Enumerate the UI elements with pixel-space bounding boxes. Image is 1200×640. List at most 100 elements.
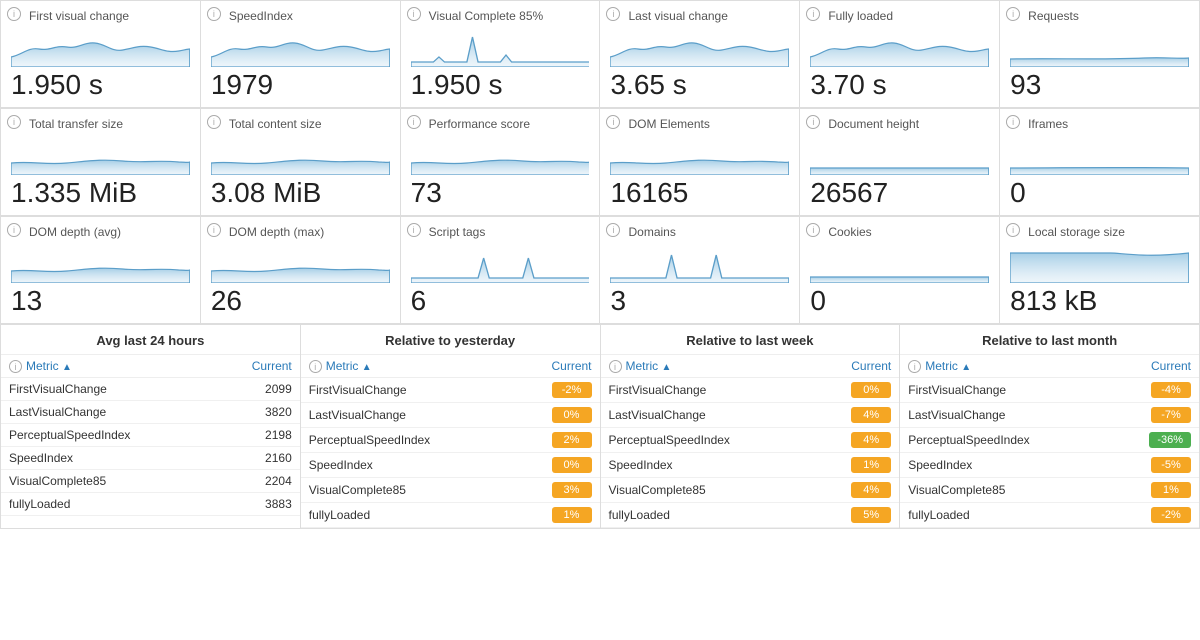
table-cell-value-3: 2160: [213, 447, 300, 470]
metric-card-4: i Cookies 0: [800, 217, 1000, 324]
table-row: LastVisualChange -7%: [900, 403, 1199, 428]
metric-chart: [610, 27, 789, 67]
table-cell-badge-5: 1%: [513, 503, 600, 528]
table-cell-value-2: 2198: [213, 424, 300, 447]
table-row: SpeedIndex -5%: [900, 453, 1199, 478]
info-icon[interactable]: i: [407, 7, 421, 21]
metric-chart: [810, 243, 989, 283]
info-icon-table[interactable]: i: [9, 360, 22, 373]
table-cell-value-4: 2204: [213, 470, 300, 493]
table-cell-metric-0: FirstVisualChange: [601, 378, 813, 403]
table-cell-metric-1: LastVisualChange: [601, 403, 813, 428]
col-metric-header-3[interactable]: iMetric ▲: [900, 355, 1110, 378]
info-icon-table[interactable]: i: [309, 360, 322, 373]
col-current-header-2[interactable]: Current: [813, 355, 900, 378]
metric-title: Total content size: [211, 117, 390, 131]
sort-arrow: ▲: [961, 362, 971, 373]
metric-card-1: i DOM depth (max) 26: [201, 217, 401, 324]
table-cell-metric-3: SpeedIndex: [601, 453, 813, 478]
metrics-row-2: i Total transfer size 1.335 MiB i Total …: [0, 108, 1200, 216]
badge-0: -2%: [552, 382, 592, 398]
table-row: fullyLoaded 1%: [301, 503, 600, 528]
table-cell-metric-0: FirstVisualChange: [900, 378, 1110, 403]
metric-value: 1.950 s: [11, 69, 190, 101]
info-icon[interactable]: i: [207, 7, 221, 21]
metric-title: Last visual change: [610, 9, 789, 23]
metric-title: Visual Complete 85%: [411, 9, 590, 23]
table-cell-badge-2: -36%: [1111, 428, 1199, 453]
metric-card-3: i Last visual change 3.65 s: [600, 1, 800, 108]
metric-card-1: i Total content size 3.08 MiB: [201, 109, 401, 216]
table-row: fullyLoaded 3883: [1, 493, 300, 516]
metric-card-2: i Visual Complete 85% 1.950 s: [401, 1, 601, 108]
info-icon[interactable]: i: [7, 223, 21, 237]
table-cell-value-1: 3820: [213, 401, 300, 424]
metric-card-2: i Script tags 6: [401, 217, 601, 324]
badge-1: 0%: [552, 407, 592, 423]
info-icon[interactable]: i: [207, 115, 221, 129]
table-panel-title-1: Relative to yesterday: [301, 325, 600, 355]
table-cell-badge-0: -2%: [513, 378, 600, 403]
table-cell-metric-0: FirstVisualChange: [301, 378, 513, 403]
table-cell-badge-1: -7%: [1111, 403, 1199, 428]
col-current-header-3[interactable]: Current: [1111, 355, 1199, 378]
metric-value: 26567: [810, 177, 989, 209]
metric-card-4: i Fully loaded 3.70 s: [800, 1, 1000, 108]
col-current-header-0[interactable]: Current: [213, 355, 300, 378]
table-row: LastVisualChange 0%: [301, 403, 600, 428]
metric-value: 13: [11, 285, 190, 317]
table-cell-metric-1: LastVisualChange: [301, 403, 513, 428]
table-row: SpeedIndex 1%: [601, 453, 900, 478]
info-icon[interactable]: i: [7, 115, 21, 129]
table-cell-badge-1: 4%: [813, 403, 900, 428]
table-row: FirstVisualChange 0%: [601, 378, 900, 403]
table-body-0: FirstVisualChange 2099 LastVisualChange …: [1, 378, 300, 516]
metric-value: 813 kB: [1010, 285, 1189, 317]
table-cell-badge-2: 4%: [813, 428, 900, 453]
table-cell-badge-5: 5%: [813, 503, 900, 528]
table-panel-3: Relative to last month iMetric ▲ Current…: [900, 325, 1200, 529]
table-cell-metric-1: LastVisualChange: [900, 403, 1110, 428]
metric-value: 0: [1010, 177, 1189, 209]
badge-4: 1%: [1151, 482, 1191, 498]
col-metric-header-2[interactable]: iMetric ▲: [601, 355, 813, 378]
table-header-row: iMetric ▲ Current: [301, 355, 600, 378]
table-cell-badge-4: 4%: [813, 478, 900, 503]
metric-chart: [11, 27, 190, 67]
table-row: VisualComplete85 1%: [900, 478, 1199, 503]
metric-title: Local storage size: [1010, 225, 1189, 239]
col-metric-header-1[interactable]: iMetric ▲: [301, 355, 513, 378]
badge-3: -5%: [1151, 457, 1191, 473]
metric-title: Cookies: [810, 225, 989, 239]
table-header-row: iMetric ▲ Current: [601, 355, 900, 378]
metric-title: Script tags: [411, 225, 590, 239]
col-current-header-1[interactable]: Current: [513, 355, 600, 378]
info-icon[interactable]: i: [207, 223, 221, 237]
table-cell-value-5: 3883: [213, 493, 300, 516]
metric-title: DOM depth (max): [211, 225, 390, 239]
table-cell-badge-0: 0%: [813, 378, 900, 403]
metric-value: 0: [810, 285, 989, 317]
metrics-row-3: i DOM depth (avg) 13 i DOM depth (max): [0, 216, 1200, 324]
table-cell-badge-3: -5%: [1111, 453, 1199, 478]
metric-value: 93: [1010, 69, 1189, 101]
metric-value: 73: [411, 177, 590, 209]
info-icon[interactable]: i: [7, 7, 21, 21]
sort-arrow: ▲: [62, 362, 72, 373]
info-icon-table[interactable]: i: [908, 360, 921, 373]
metrics-row-1: i First visual change 1.950 s i SpeedInd…: [0, 0, 1200, 108]
table-cell-metric-3: SpeedIndex: [900, 453, 1110, 478]
info-icon-table[interactable]: i: [609, 360, 622, 373]
table-cell-metric-3: SpeedIndex: [1, 447, 213, 470]
col-metric-header-0[interactable]: iMetric ▲: [1, 355, 213, 378]
metric-card-3: i Domains 3: [600, 217, 800, 324]
info-icon[interactable]: i: [407, 223, 421, 237]
info-icon[interactable]: i: [407, 115, 421, 129]
badge-1: 4%: [851, 407, 891, 423]
metric-chart: [211, 27, 390, 67]
table-cell-metric-2: PerceptualSpeedIndex: [1, 424, 213, 447]
table-cell-badge-3: 0%: [513, 453, 600, 478]
table-row: LastVisualChange 3820: [1, 401, 300, 424]
badge-3: 0%: [552, 457, 592, 473]
metric-title: Document height: [810, 117, 989, 131]
